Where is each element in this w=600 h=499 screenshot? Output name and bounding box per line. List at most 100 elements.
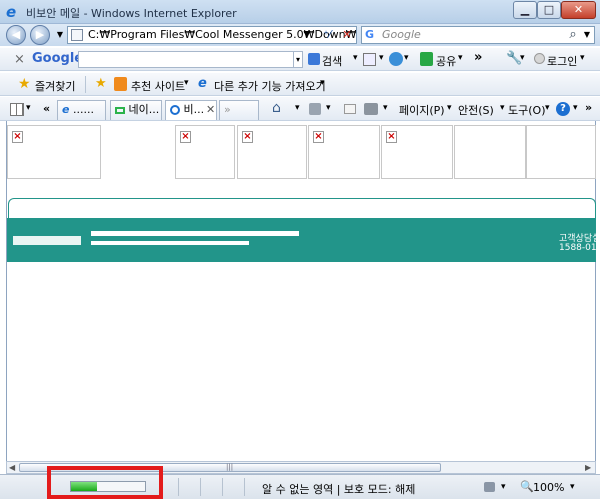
suggested-sites-dropdown-icon[interactable]: ▾ bbox=[184, 78, 189, 88]
share-dropdown-icon[interactable]: ▾ bbox=[458, 53, 463, 63]
settings-dropdown-icon[interactable]: ▾ bbox=[520, 53, 525, 63]
addons-dropdown-icon[interactable]: ▾ bbox=[320, 78, 325, 88]
search-input[interactable]: Google bbox=[361, 26, 595, 44]
command-bar: ▾ « e ...... 네이... 비... ✕ » ⌂ ▾ ▾ ▾ 페이지(… bbox=[0, 96, 600, 121]
scroll-right-icon[interactable]: ▶ bbox=[585, 463, 591, 472]
quick-tabs-icon[interactable] bbox=[10, 103, 24, 116]
ie-logo-icon: e bbox=[6, 3, 17, 21]
tab-3-label: 비... bbox=[183, 103, 205, 116]
image-placeholder: × bbox=[237, 125, 307, 179]
print-dropdown-icon[interactable]: ▾ bbox=[383, 103, 388, 113]
share-icon bbox=[420, 52, 433, 66]
page-content: × × × × × 고객상담실 1588-01 bbox=[6, 121, 596, 461]
home-icon[interactable]: ⌂ bbox=[272, 100, 281, 116]
teal-banner: 고객상담실 1588-01 bbox=[7, 218, 596, 262]
tab-2[interactable]: 네이... bbox=[110, 100, 162, 120]
google-search-button[interactable]: 검색 bbox=[322, 53, 342, 69]
tab-1-icon: e bbox=[62, 103, 70, 116]
address-dropdown-icon[interactable]: ▼ bbox=[298, 27, 316, 43]
favorites-button[interactable]: 즐겨찾기 bbox=[35, 78, 75, 94]
scrollbar-grip-icon: ||| bbox=[226, 463, 234, 471]
print-icon[interactable] bbox=[364, 103, 378, 115]
broken-image-icon: × bbox=[180, 131, 191, 143]
stop-button[interactable]: ✕ bbox=[338, 27, 356, 43]
tab-1[interactable]: e ...... bbox=[57, 100, 106, 120]
new-tab-button[interactable]: » bbox=[219, 100, 259, 120]
favorites-star-icon: ★ bbox=[18, 76, 31, 92]
broken-image-icon: × bbox=[313, 131, 324, 143]
login-dropdown-icon[interactable]: ▾ bbox=[580, 53, 585, 63]
google-search-icon bbox=[308, 53, 320, 65]
help-icon[interactable]: ? bbox=[556, 102, 570, 116]
zone-dropdown-icon[interactable]: ▾ bbox=[501, 482, 506, 492]
help-dropdown-icon[interactable]: ▾ bbox=[573, 103, 578, 113]
separator bbox=[222, 478, 223, 496]
safety-menu[interactable]: 안전(S) bbox=[458, 102, 494, 118]
google-toolbar: × Google ▾ 검색 ▾ ▾ ▾ 공유 ▾ » 🔧 ▾ 로그인 ▾ bbox=[0, 47, 600, 71]
page-menu[interactable]: 페이지(P) bbox=[399, 102, 445, 118]
teal-panel-outline bbox=[8, 198, 596, 218]
scroll-left-icon[interactable]: ◀ bbox=[9, 463, 15, 472]
google-search-field[interactable] bbox=[78, 51, 302, 68]
search-options-dropdown-icon[interactable]: ▾ bbox=[353, 53, 358, 63]
tab-2-label: 네이... bbox=[128, 103, 160, 116]
minimize-button[interactable]: ▁ bbox=[513, 1, 537, 19]
page-dropdown-icon[interactable]: ▾ bbox=[447, 103, 452, 113]
security-zone-text: 알 수 없는 영역 | 보호 모드: 해제 bbox=[262, 483, 416, 496]
login-button[interactable]: 로그인 bbox=[547, 53, 577, 69]
feeds-icon[interactable] bbox=[309, 103, 321, 115]
close-button[interactable]: ✕ bbox=[561, 1, 596, 19]
broken-image-icon: × bbox=[386, 131, 397, 143]
refresh-button[interactable]: ⁺⁄ bbox=[318, 27, 336, 43]
separator bbox=[200, 478, 201, 496]
read-mail-icon[interactable] bbox=[344, 104, 356, 114]
image-placeholder: × bbox=[381, 125, 453, 179]
tab-1-label: ...... bbox=[72, 103, 94, 116]
more-commands-icon[interactable]: » bbox=[585, 101, 592, 114]
close-tab-icon[interactable]: ✕ bbox=[206, 103, 215, 116]
separator bbox=[244, 478, 245, 496]
separator bbox=[85, 76, 86, 93]
zoom-level[interactable]: 100% bbox=[533, 481, 564, 494]
maximize-button[interactable]: □ bbox=[537, 1, 561, 19]
search-history-dropdown-icon[interactable]: ▾ bbox=[293, 51, 303, 68]
bookmarks-icon[interactable] bbox=[389, 52, 403, 66]
image-placeholder: × bbox=[308, 125, 380, 179]
google-logo: Google bbox=[32, 51, 84, 66]
page-rank-icon[interactable] bbox=[363, 53, 376, 66]
forward-button[interactable]: ▶ bbox=[30, 25, 50, 45]
home-dropdown-icon[interactable]: ▾ bbox=[295, 103, 300, 113]
banner-text-line bbox=[91, 231, 299, 236]
page-rank-dropdown-icon[interactable]: ▾ bbox=[379, 53, 384, 63]
tools-menu[interactable]: 도구(O) bbox=[508, 102, 545, 118]
banner-logo bbox=[13, 236, 81, 245]
get-more-addons-button[interactable]: 다른 추가 기능 가져오기 bbox=[214, 78, 326, 94]
scroll-tabs-left-icon[interactable]: « bbox=[43, 102, 50, 115]
google-icon: G bbox=[365, 28, 375, 41]
share-button[interactable]: 공유 bbox=[436, 53, 456, 69]
tools-dropdown-icon[interactable]: ▾ bbox=[545, 103, 550, 113]
safety-dropdown-icon[interactable]: ▾ bbox=[500, 103, 505, 113]
image-placeholder bbox=[454, 125, 526, 179]
feeds-dropdown-icon[interactable]: ▾ bbox=[326, 103, 331, 113]
separator bbox=[178, 478, 179, 496]
bookmarks-dropdown-icon[interactable]: ▾ bbox=[404, 53, 409, 63]
broken-image-icon: × bbox=[242, 131, 253, 143]
search-dropdown-icon[interactable]: ▼ bbox=[578, 27, 596, 43]
page-icon bbox=[71, 29, 83, 41]
suggested-sites-button[interactable]: 추천 사이트 bbox=[131, 78, 185, 94]
tab-list-dropdown-icon[interactable]: ▾ bbox=[26, 103, 31, 113]
close-toolbar-icon[interactable]: × bbox=[14, 52, 25, 67]
add-favorite-icon[interactable]: ★ bbox=[95, 76, 107, 91]
customer-center-phone: 1588-01 bbox=[559, 243, 596, 253]
image-placeholder: × bbox=[7, 125, 101, 179]
zoom-dropdown-icon[interactable]: ▾ bbox=[570, 482, 575, 492]
back-button[interactable]: ◀ bbox=[6, 25, 26, 45]
ie-page-icon: e bbox=[198, 76, 207, 91]
navigation-bar: ◀ ▶ ▼ C:₩Program Files₩Cool Messenger 5.… bbox=[0, 24, 600, 46]
more-tools-icon[interactable]: » bbox=[474, 50, 482, 65]
banner-text-line bbox=[91, 241, 249, 245]
broken-image-icon: × bbox=[12, 131, 23, 143]
window-title: 비보안 메일 - Windows Internet Explorer bbox=[26, 7, 237, 20]
protected-mode-icon[interactable] bbox=[484, 482, 495, 492]
